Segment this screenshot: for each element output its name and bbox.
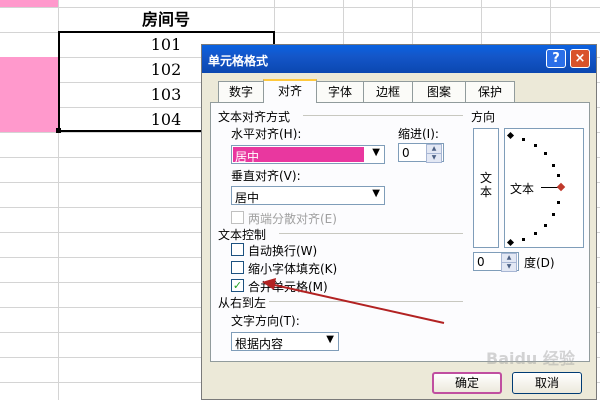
dial-dot — [557, 201, 560, 204]
text-direction-label: 文字方向(T): — [231, 314, 300, 328]
dial-dot — [544, 224, 547, 227]
tab-border[interactable]: 边框 — [363, 81, 413, 102]
distributed-label: 两端分散对齐(E) — [248, 212, 337, 226]
tab-number[interactable]: 数字 — [218, 81, 264, 102]
horizontal-align-label: 水平对齐(H): — [231, 127, 302, 141]
vertical-text-box[interactable]: 文本 — [473, 128, 499, 248]
horizontal-align-select[interactable]: 居中 ▼ — [231, 145, 385, 164]
dial-text: 文本 — [510, 182, 535, 196]
dropdown-arrow-icon: ▼ — [326, 334, 334, 345]
tab-font[interactable]: 字体 — [316, 81, 364, 102]
dial-dot — [522, 238, 525, 241]
vertical-text: 文本 — [480, 171, 493, 199]
orientation-dial[interactable]: 文本 — [504, 128, 584, 248]
dial-handle[interactable] — [556, 182, 566, 192]
spin-down-icon[interactable]: ▼ — [501, 262, 517, 272]
merge-cells-checkbox[interactable]: ✓ — [231, 279, 244, 292]
ok-button[interactable]: 确定 — [432, 372, 502, 394]
merge-cells-label: 合并单元格(M) — [248, 280, 328, 294]
group-divider — [269, 301, 463, 302]
tab-protection[interactable]: 保护 — [465, 81, 515, 102]
shrink-to-fit-checkbox[interactable] — [231, 261, 244, 274]
vertical-align-select[interactable]: 居中 ▼ — [231, 186, 385, 205]
dial-marker — [506, 131, 515, 140]
group-divider — [279, 233, 463, 234]
dial-dot — [552, 164, 555, 167]
shrink-to-fit-label: 缩小字体填充(K) — [248, 262, 338, 276]
dial-dot — [522, 138, 525, 141]
degrees-value: 0 — [477, 255, 485, 269]
dialog-titlebar[interactable]: 单元格格式 ? × — [202, 45, 596, 73]
dropdown-arrow-icon: ▼ — [372, 147, 380, 158]
help-button[interactable]: ? — [546, 49, 566, 68]
orientation-group-label: 方向 — [471, 110, 496, 124]
text-direction-select[interactable]: 根据内容 ▼ — [231, 332, 339, 351]
alignment-panel: 文本对齐方式 水平对齐(H): 居中 ▼ 缩进(I): 0 ▲ ▼ 垂直对齐(V… — [210, 102, 590, 362]
dialog-title: 单元格格式 — [208, 54, 269, 68]
watermark: Baidu 经验 — [486, 349, 575, 368]
checkmark-icon: ✓ — [232, 279, 243, 292]
vertical-align-label: 垂直对齐(V): — [231, 169, 301, 183]
tab-alignment[interactable]: 对齐 — [263, 79, 317, 103]
vertical-align-value: 居中 — [235, 191, 260, 205]
degrees-label: 度(D) — [524, 256, 555, 270]
degrees-stepper[interactable]: 0 ▲ ▼ — [473, 252, 519, 272]
distributed-checkbox[interactable] — [231, 211, 244, 224]
selection-border — [58, 31, 60, 132]
spin-down-icon[interactable]: ▼ — [426, 153, 442, 163]
selection-border — [58, 31, 275, 33]
close-button[interactable]: × — [570, 49, 590, 68]
pink-cell[interactable] — [0, 57, 58, 132]
header-cell-room-number[interactable]: 房间号 — [58, 7, 274, 32]
wrap-text-checkbox[interactable] — [231, 243, 244, 256]
dial-dot — [544, 152, 547, 155]
group-divider — [303, 115, 463, 116]
wrap-text-label: 自动换行(W) — [248, 244, 318, 258]
dial-dot — [534, 232, 537, 235]
text-alignment-group-label: 文本对齐方式 — [218, 110, 291, 124]
fill-handle[interactable] — [56, 128, 61, 133]
text-direction-value: 根据内容 — [235, 337, 284, 351]
dial-marker — [506, 238, 515, 247]
cancel-button[interactable]: 取消 — [512, 372, 582, 394]
dial-dot — [534, 144, 537, 147]
pink-cell[interactable] — [0, 0, 58, 7]
tab-patterns[interactable]: 图案 — [412, 81, 466, 102]
dial-dot — [557, 174, 560, 177]
dropdown-arrow-icon: ▼ — [372, 188, 380, 199]
text-control-group-label: 文本控制 — [218, 228, 267, 242]
right-to-left-group-label: 从右到左 — [218, 296, 267, 310]
dial-dot — [552, 213, 555, 216]
dial-pointer — [541, 187, 558, 188]
horizontal-align-value: 居中 — [235, 150, 260, 164]
indent-label: 缩进(I): — [398, 127, 439, 141]
indent-value: 0 — [402, 146, 410, 160]
indent-stepper[interactable]: 0 ▲ ▼ — [398, 143, 444, 163]
